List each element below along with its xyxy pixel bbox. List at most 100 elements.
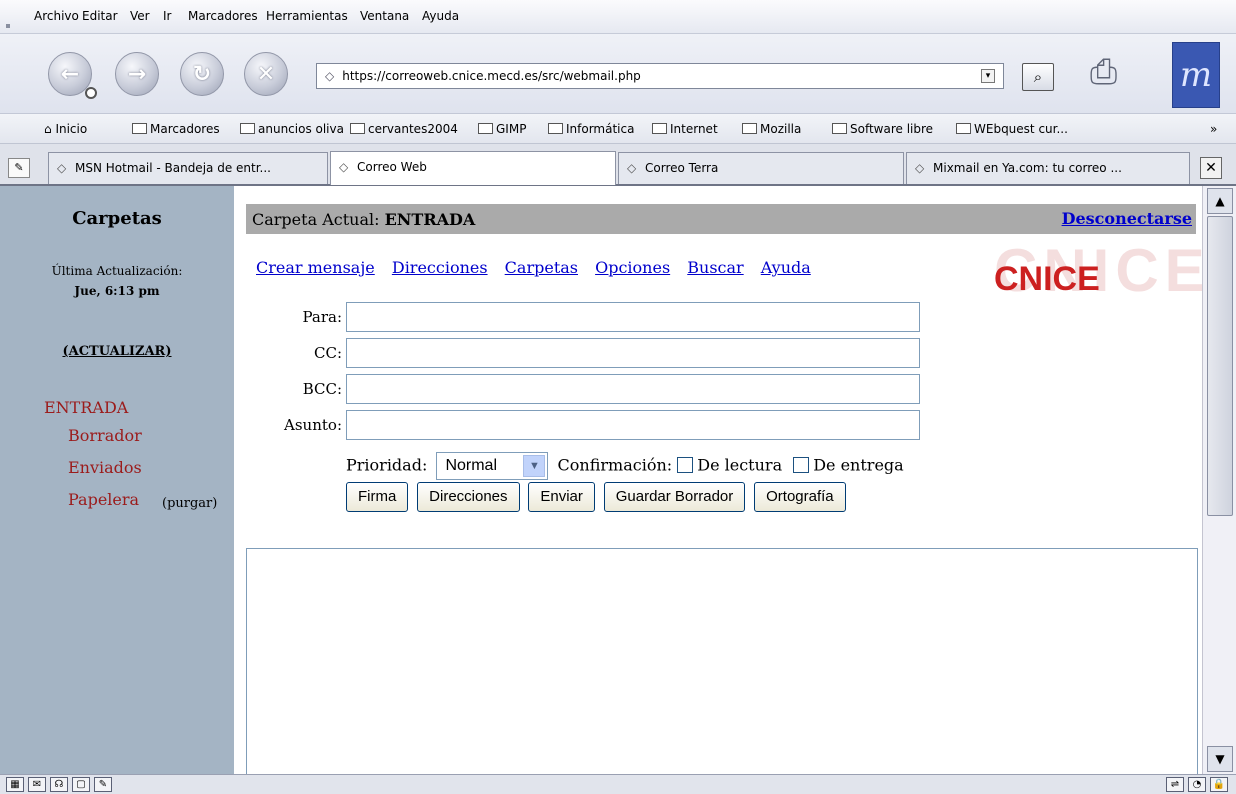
purge-link[interactable]: (purgar) xyxy=(162,496,217,511)
cc-label: CC: xyxy=(313,344,342,362)
bookmark-webquest[interactable]: WEbquest cur... xyxy=(956,122,1068,136)
refresh-link[interactable]: (ACTUALIZAR) xyxy=(0,344,234,359)
tab-msn-hotmail[interactable]: ◇ MSN Hotmail - Bandeja de entr... xyxy=(48,152,328,184)
current-folder-bar: Carpeta Actual: ENTRADA Desconectarse xyxy=(246,204,1196,234)
chat-icon[interactable]: ☊ xyxy=(50,777,68,792)
tab-correo-terra[interactable]: ◇ Correo Terra xyxy=(618,152,904,184)
message-body-textarea[interactable] xyxy=(246,548,1198,774)
menu-ir[interactable]: Ir xyxy=(163,9,171,23)
stop-icon[interactable]: ✕ xyxy=(244,52,288,96)
bookmark-gimp[interactable]: GIMP xyxy=(478,122,526,136)
folder-icon xyxy=(240,123,255,134)
menu-editar[interactable]: Editar xyxy=(82,9,118,23)
scroll-down-icon[interactable]: ▼ xyxy=(1207,746,1233,772)
menu-ayuda[interactable]: Ayuda xyxy=(422,9,459,23)
to-label: Para: xyxy=(302,308,342,326)
folder-icon xyxy=(832,123,847,134)
logo-text: CNICE xyxy=(994,260,1100,298)
spellcheck-button[interactable]: Ortografía xyxy=(754,482,846,512)
back-arrow-icon[interactable]: ← xyxy=(48,52,97,99)
folder-icon xyxy=(742,123,757,134)
url-bar[interactable]: ◇ https://correoweb.cnice.mecd.es/src/we… xyxy=(316,63,1004,89)
url-text: https://correoweb.cnice.mecd.es/src/webm… xyxy=(342,69,641,83)
folder-icon xyxy=(132,123,147,134)
bookmark-mozilla[interactable]: Mozilla xyxy=(742,122,801,136)
close-tab-icon[interactable]: ✕ xyxy=(1200,157,1222,179)
reload-icon[interactable]: ↻ xyxy=(180,52,224,96)
delivery-receipt-checkbox[interactable] xyxy=(793,456,810,473)
tab-page-icon: ◇ xyxy=(627,161,637,175)
link-crear-mensaje[interactable]: Crear mensaje xyxy=(256,258,375,277)
priority-row: Prioridad: Normal ▼ Confirmación: De lec… xyxy=(346,452,904,480)
bookmark-internet[interactable]: Internet xyxy=(652,122,718,136)
scroll-thumb[interactable] xyxy=(1207,216,1233,516)
priority-select[interactable]: Normal ▼ xyxy=(436,452,549,480)
menu-marcadores[interactable]: Marcadores xyxy=(188,9,258,23)
link-carpetas[interactable]: Carpetas xyxy=(505,258,578,277)
tab-correo-web[interactable]: ◇ Correo Web xyxy=(330,151,616,185)
read-receipt-checkbox[interactable] xyxy=(677,456,694,473)
page-content: Carpetas Última Actualización: Jue, 6:13… xyxy=(0,186,1202,774)
bookmark-software-libre[interactable]: Software libre xyxy=(832,122,933,136)
bookmarks-overflow-chevron[interactable]: » xyxy=(1210,122,1217,136)
link-direcciones[interactable]: Direcciones xyxy=(392,258,488,277)
menu-bar: Archivo Editar Ver Ir Marcadores Herrami… xyxy=(0,0,1236,34)
subject-field[interactable] xyxy=(346,410,920,440)
folder-link-enviados[interactable]: Enviados xyxy=(68,458,142,477)
bookmark-anuncios-oliva[interactable]: anuncios oliva xyxy=(240,122,344,136)
folder-icon xyxy=(652,123,667,134)
menu-archivo[interactable]: Archivo xyxy=(34,9,79,23)
chevron-down-icon[interactable]: ▼ xyxy=(523,455,546,477)
bookmark-marcadores[interactable]: Marcadores xyxy=(132,122,220,136)
folder-link-entrada[interactable]: ENTRADA xyxy=(44,398,128,417)
bookmark-home[interactable]: ⌂ Inicio xyxy=(44,122,87,136)
bcc-field[interactable] xyxy=(346,374,920,404)
link-opciones[interactable]: Opciones xyxy=(595,258,670,277)
addressbook-icon[interactable]: ✎ xyxy=(94,777,112,792)
link-ayuda[interactable]: Ayuda xyxy=(761,258,811,277)
logout-link[interactable]: Desconectarse xyxy=(1062,209,1192,228)
tab-page-icon: ◇ xyxy=(57,161,67,175)
new-tab-icon[interactable]: ✎ xyxy=(8,158,30,178)
bookmark-informatica[interactable]: Informática xyxy=(548,122,634,136)
confirmation-label: Confirmación: xyxy=(557,455,673,475)
folders-sidebar: Carpetas Última Actualización: Jue, 6:13… xyxy=(0,186,234,774)
menu-ver[interactable]: Ver xyxy=(130,9,150,23)
menubar-grip xyxy=(6,24,10,28)
addresses-button[interactable]: Direcciones xyxy=(417,482,520,512)
vertical-scrollbar[interactable]: ▲ ▼ xyxy=(1202,186,1236,774)
search-icon[interactable]: ⌕ xyxy=(1022,63,1054,91)
print-icon[interactable]: ⎙ xyxy=(1090,52,1144,92)
link-buscar[interactable]: Buscar xyxy=(687,258,743,277)
url-history-dropdown-icon[interactable]: ▾ xyxy=(981,69,995,83)
folder-link-papelera[interactable]: Papelera xyxy=(68,490,139,509)
signature-button[interactable]: Firma xyxy=(346,482,409,512)
forward-arrow-icon[interactable]: → xyxy=(115,52,159,96)
bookmark-cervantes2004[interactable]: cervantes2004 xyxy=(350,122,458,136)
status-bar: ▦ ✉ ☊ ▢ ✎ ⇌ ◔ 🔒 xyxy=(0,774,1236,794)
bcc-label: BCC: xyxy=(302,380,342,398)
folder-icon xyxy=(478,123,493,134)
folder-link-borrador[interactable]: Borrador xyxy=(68,426,142,445)
send-button[interactable]: Enviar xyxy=(528,482,595,512)
last-update-time: Jue, 6:13 pm xyxy=(74,284,160,298)
scroll-up-icon[interactable]: ▲ xyxy=(1207,188,1233,214)
page-icon: ◇ xyxy=(325,69,335,83)
composer-icon[interactable]: ▢ xyxy=(72,777,90,792)
tab-mixmail[interactable]: ◇ Mixmail en Ya.com: tu correo ... xyxy=(906,152,1190,184)
tab-bar: ✎ ◇ MSN Hotmail - Bandeja de entr... ◇ Cor… xyxy=(0,144,1236,186)
back-dropdown-icon[interactable] xyxy=(85,87,97,99)
navigator-icon[interactable]: ▦ xyxy=(6,777,24,792)
save-draft-button[interactable]: Guardar Borrador xyxy=(603,482,746,512)
to-field[interactable] xyxy=(346,302,920,332)
sidebar-title: Carpetas xyxy=(72,208,162,229)
current-folder-label: Carpeta Actual: xyxy=(252,210,380,229)
tab-page-icon: ◇ xyxy=(915,161,925,175)
mail-icon[interactable]: ✉ xyxy=(28,777,46,792)
cc-field[interactable] xyxy=(346,338,920,368)
menu-ventana[interactable]: Ventana xyxy=(360,9,409,23)
menu-herramientas[interactable]: Herramientas xyxy=(266,9,348,23)
compose-buttons: Firma Direcciones Enviar Guardar Borrado… xyxy=(346,482,851,512)
priority-label: Prioridad: xyxy=(346,455,428,475)
last-update-label: Última Actualización: xyxy=(51,264,183,278)
